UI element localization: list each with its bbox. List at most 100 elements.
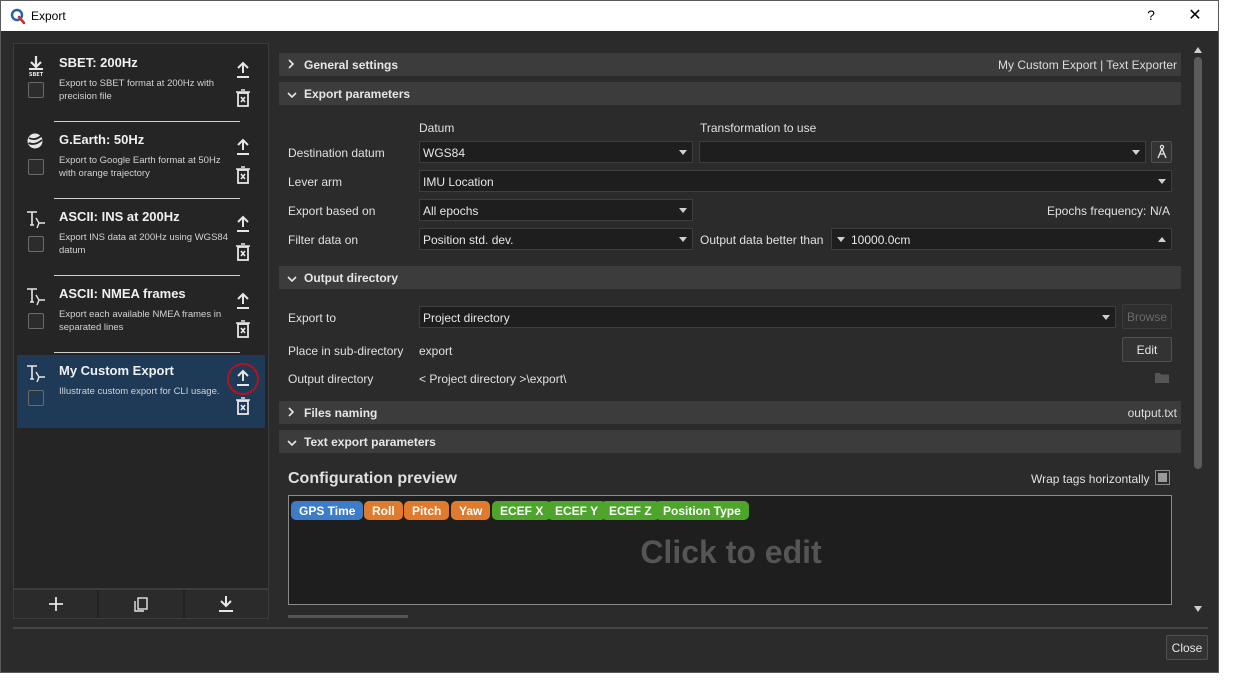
highlight-ring	[227, 363, 259, 395]
transformation-select[interactable]	[699, 141, 1146, 163]
select-value: Project directory	[423, 311, 510, 325]
export-settings-panel: General settings My Custom Export | Text…	[279, 43, 1191, 619]
export-item-selected[interactable]: My Custom Export Illustrate custom expor…	[17, 355, 265, 428]
app-logo-icon	[10, 8, 26, 24]
tag-ecef-y[interactable]: ECEF Y	[547, 501, 607, 520]
tag-roll[interactable]: Roll	[364, 501, 403, 520]
export-based-on-select[interactable]: All epochs	[419, 199, 693, 221]
export-checkbox[interactable]	[28, 390, 44, 406]
scrollbar-thumb[interactable]	[1194, 57, 1202, 469]
export-checkbox[interactable]	[28, 159, 44, 175]
export-name: My Custom Export	[59, 363, 174, 378]
tag-yaw[interactable]: Yaw	[451, 501, 491, 520]
chevron-right-icon	[288, 407, 295, 417]
export-dialog: Export ? ✕ SBET SBET: 200Hz Export to SB…	[0, 0, 1219, 673]
sbet-download-icon: SBET	[29, 56, 44, 77]
footer-separator	[13, 627, 1208, 629]
separator	[54, 121, 240, 122]
export-item[interactable]: ASCII: NMEA frames Export each available…	[17, 278, 265, 351]
tag-pitch[interactable]: Pitch	[404, 501, 450, 520]
datum-settings-button[interactable]	[1151, 141, 1172, 163]
filter-data-label: Filter data on	[288, 233, 359, 247]
tag-position-type[interactable]: Position Type	[655, 501, 749, 520]
export-name: ASCII: INS at 200Hz	[59, 209, 180, 224]
output-better-spinbox[interactable]: 10000.0cm	[831, 228, 1172, 250]
window-title: Export	[31, 9, 66, 23]
configuration-preview-box[interactable]: GPS Time Roll Pitch Yaw ECEF X ECEF Y EC…	[288, 495, 1172, 605]
browse-button[interactable]: Browse	[1122, 304, 1172, 329]
delete-icon[interactable]	[235, 397, 251, 415]
export-item[interactable]: SBET SBET: 200Hz Export to SBET format a…	[17, 47, 265, 120]
duplicate-export-button[interactable]	[99, 590, 185, 618]
section-label: Files naming	[304, 406, 378, 420]
delete-icon[interactable]	[235, 89, 251, 107]
export-list: SBET SBET: 200Hz Export to SBET format a…	[13, 43, 269, 589]
section-files-naming[interactable]: Files naming output.txt	[279, 401, 1181, 424]
help-button[interactable]: ?	[1143, 7, 1159, 23]
delete-icon[interactable]	[235, 320, 251, 338]
output-better-label: Output data better than	[700, 233, 824, 247]
section-export-parameters[interactable]: Export parameters	[279, 82, 1181, 105]
export-checkbox[interactable]	[28, 236, 44, 252]
delete-icon[interactable]	[235, 166, 251, 184]
upload-icon[interactable]	[234, 215, 252, 233]
section-general-settings[interactable]: General settings My Custom Export | Text…	[279, 53, 1181, 76]
export-name: SBET: 200Hz	[59, 55, 138, 70]
export-item[interactable]: G.Earth: 50Hz Export to Google Earth for…	[17, 124, 265, 197]
upload-icon[interactable]	[234, 292, 252, 310]
destination-datum-select[interactable]: WGS84	[419, 141, 693, 163]
scroll-up-icon[interactable]	[1194, 47, 1202, 53]
export-description: Export to SBET format at 200Hz with prec…	[59, 78, 215, 102]
folder-icon[interactable]	[1155, 371, 1169, 383]
configuration-preview-title: Configuration preview	[288, 470, 457, 487]
svg-text:SBET: SBET	[29, 72, 44, 77]
export-name: ASCII: NMEA frames	[59, 286, 186, 301]
clipped-heading	[288, 615, 408, 618]
chevron-right-icon	[288, 59, 295, 69]
vertical-scrollbar[interactable]	[1191, 43, 1205, 619]
export-name: G.Earth: 50Hz	[59, 132, 145, 147]
upload-icon[interactable]	[234, 61, 252, 79]
lever-arm-select[interactable]: IMU Location	[419, 170, 1172, 192]
export-description: Export INS data at 200Hz using WGS84 dat…	[59, 232, 228, 256]
add-export-button[interactable]	[14, 590, 100, 618]
tag-ecef-x[interactable]: ECEF X	[492, 501, 552, 520]
select-value: All epochs	[423, 204, 479, 218]
import-export-button[interactable]	[185, 590, 268, 618]
import-icon	[219, 596, 234, 612]
export-to-select[interactable]: Project directory	[419, 306, 1116, 328]
transformation-header: Transformation to use	[700, 121, 817, 135]
edit-subdirectory-button[interactable]: Edit	[1122, 337, 1172, 362]
click-to-edit-placeholder[interactable]: Click to edit	[289, 534, 1173, 571]
close-window-button[interactable]: ✕	[1186, 5, 1204, 25]
text-format-icon	[27, 288, 45, 306]
export-checkbox[interactable]	[28, 313, 44, 329]
section-text-export-parameters[interactable]: Text export parameters	[279, 430, 1181, 453]
epochs-frequency-label: Epochs frequency:	[1047, 204, 1147, 218]
compass-icon	[1156, 144, 1167, 159]
export-checkbox[interactable]	[28, 82, 44, 98]
delete-icon[interactable]	[235, 243, 251, 261]
export-description: Illustrate custom export for CLI usage.	[59, 386, 220, 397]
export-to-label: Export to	[288, 311, 337, 325]
close-button[interactable]: Close	[1166, 635, 1208, 660]
scroll-down-icon[interactable]	[1194, 606, 1202, 612]
select-value: IMU Location	[423, 175, 494, 189]
wrap-tags-checkbox[interactable]	[1155, 470, 1170, 485]
chevron-down-icon	[287, 440, 297, 447]
title-bar: Export ? ✕	[1, 1, 1218, 31]
export-item[interactable]: ASCII: INS at 200Hz Export INS data at 2…	[17, 201, 265, 274]
section-output-directory[interactable]: Output directory	[279, 266, 1181, 289]
filter-data-select[interactable]: Position std. dev.	[419, 228, 693, 250]
decrement-icon[interactable]	[837, 237, 845, 242]
upload-icon[interactable]	[234, 138, 252, 156]
section-label: Export parameters	[304, 87, 411, 101]
export-description: Export each available NMEA frames in sep…	[59, 309, 222, 333]
wrap-tags-label: Wrap tags horizontally	[1031, 472, 1150, 486]
separator	[54, 352, 240, 353]
tag-ecef-z[interactable]: ECEF Z	[601, 501, 660, 520]
epochs-frequency-value: N/A	[1150, 204, 1171, 218]
increment-icon[interactable]	[1158, 237, 1166, 242]
tag-gps-time[interactable]: GPS Time	[291, 501, 364, 520]
section-label: Text export parameters	[304, 435, 436, 449]
